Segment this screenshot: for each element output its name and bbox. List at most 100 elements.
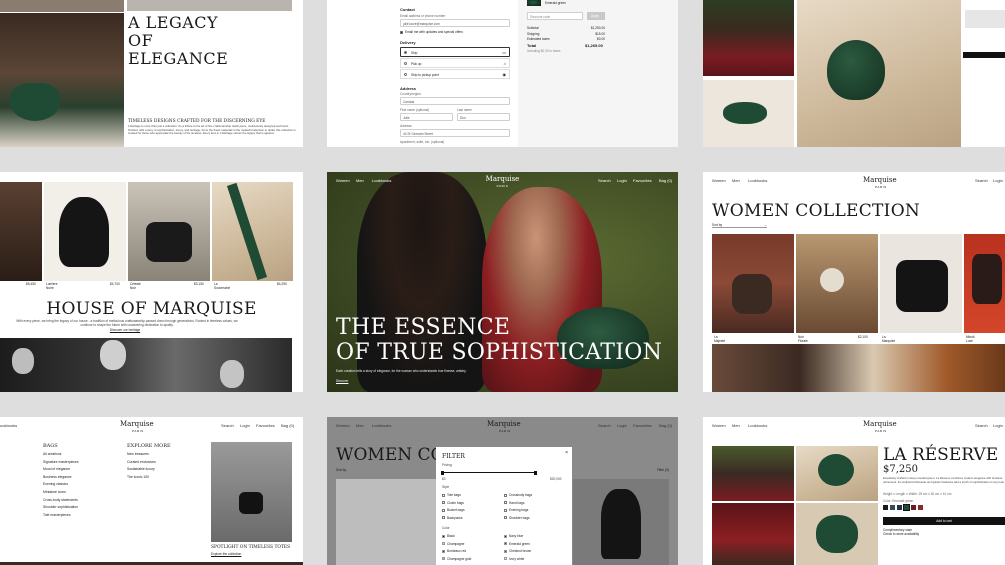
sort-dropdown[interactable]: Sort by ⌄ (712, 223, 767, 229)
style-option[interactable]: Backpacks (442, 516, 462, 520)
filter-nav-lookbooks[interactable]: Lookbooks (372, 423, 391, 428)
product-name[interactable]: La Souveraine (214, 282, 230, 290)
menu-nav-bag[interactable]: Bag (0) (281, 423, 294, 428)
color-swatch[interactable] (897, 505, 902, 510)
slider-handle-max[interactable] (534, 470, 537, 475)
product-name[interactable]: La Marquise (882, 335, 895, 343)
menu-item-bags[interactable]: Cross-body statements (43, 498, 78, 502)
style-option[interactable]: Clutch bags (442, 501, 464, 505)
nav-men[interactable]: Men (732, 178, 740, 183)
pd-nav-lookbooks[interactable]: Lookbooks (748, 423, 767, 428)
menu-item-bags[interactable]: Shoulder sophistication (43, 505, 78, 509)
menu-nav-login[interactable]: Login (240, 423, 250, 428)
filter-nav-women[interactable]: Women (336, 423, 350, 428)
menu-nav-favorites[interactable]: Favourites (256, 423, 275, 428)
hero-nav-favorites[interactable]: Favourites (633, 178, 652, 183)
pd-logo[interactable]: Marquise (863, 420, 897, 428)
color-option[interactable]: Bordeaux red (442, 549, 466, 553)
product-name[interactable]: Lumière Noire (46, 282, 58, 290)
menu-nav-search[interactable]: Search (221, 423, 234, 428)
filter-nav-search[interactable]: Search (598, 423, 611, 428)
hero-nav-search[interactable]: Search (598, 178, 611, 183)
summary-row-label: Shipping (527, 31, 540, 36)
delivery-option-pickup[interactable]: Pick up ⌂ (400, 58, 510, 68)
discount-input[interactable]: Discount code (527, 12, 583, 20)
heritage-link[interactable]: Discover our heritage (0, 328, 250, 332)
menu-item-explore[interactable]: Curated exclusives (127, 460, 156, 464)
spotlight-link[interactable]: Explore the collection (211, 552, 241, 556)
color-swatch[interactable] (883, 505, 888, 510)
checkbox-icon (504, 501, 507, 505)
menu-item-bags[interactable]: Tote masterpieces (43, 513, 71, 517)
color-option[interactable]: Navy blue (504, 534, 523, 538)
pd-nav-men[interactable]: Men (732, 423, 740, 428)
style-option[interactable]: Hand bags (504, 501, 524, 505)
menu-item-bags[interactable]: Evening classics (43, 482, 68, 486)
close-icon[interactable]: × (565, 450, 568, 456)
newsletter-checkbox[interactable]: Email me with updates and special offers (400, 30, 463, 34)
filter-bg-sort[interactable]: Sort by (336, 468, 346, 472)
address-field[interactable]: 44 St Germain Street (400, 129, 510, 137)
pd-nav-women[interactable]: Women (712, 423, 726, 428)
nav-login[interactable]: Login (993, 178, 1003, 183)
color-option[interactable]: Champagne gold (442, 557, 471, 561)
nav-search[interactable]: Search (975, 178, 988, 183)
filter-logo[interactable]: Marquise (487, 420, 521, 428)
color-option[interactable]: Champagne (442, 542, 464, 546)
menu-nav-lookbooks[interactable]: ookbooks (0, 423, 17, 428)
delivery-option-ship[interactable]: Ship ▭ (400, 47, 510, 57)
style-option[interactable]: Shoulder bags (504, 516, 530, 520)
add-to-cart-button[interactable]: Add to cart (883, 517, 1005, 525)
menu-item-bags[interactable]: Miniature icons (43, 490, 66, 494)
filter-nav-favorites[interactable]: Favourites (633, 423, 652, 428)
filter-open-link[interactable]: Filter (0) (657, 468, 669, 472)
menu-item-bags[interactable]: Business elegance (43, 475, 71, 479)
menu-item-explore[interactable]: Sustainable luxury (127, 467, 155, 471)
apply-button[interactable]: Apply (587, 12, 605, 20)
color-swatch[interactable] (890, 505, 895, 510)
filter-nav-login[interactable]: Login (617, 423, 627, 428)
menu-item-explore[interactable]: The iconic 100 (127, 475, 149, 479)
add-to-cart-strip[interactable] (963, 52, 1005, 58)
color-swatch[interactable] (918, 505, 923, 510)
product-name[interactable]: Minuit Luxe (966, 335, 975, 343)
filter-nav-men[interactable]: Men (356, 423, 364, 428)
style-option[interactable]: Evening bags (504, 508, 528, 512)
color-option[interactable]: Ivory white (504, 557, 524, 561)
price-slider[interactable] (441, 470, 537, 475)
menu-item-bags[interactable]: Signature masterpieces (43, 460, 79, 464)
color-option[interactable]: Black (442, 534, 455, 538)
first-name-field[interactable]: Julie (400, 113, 453, 121)
color-option[interactable]: Emerald green (504, 542, 530, 546)
email-field[interactable]: jolie.laure@marquise.com (400, 19, 510, 27)
style-option[interactable]: Crossbody bags (504, 493, 532, 497)
nav-women[interactable]: Women (712, 178, 726, 183)
apartment-field[interactable]: Apartment, suite, etc. (optional) (400, 140, 444, 144)
color-option[interactable]: Chestnut brown (504, 549, 531, 553)
menu-item-bags[interactable]: Mood of elegance (43, 467, 70, 471)
style-option[interactable]: Bucket bags (442, 508, 465, 512)
color-swatch[interactable] (911, 505, 916, 510)
slider-handle-min[interactable] (441, 470, 444, 475)
menu-item-bags[interactable]: All creations (43, 452, 61, 456)
product-note-store[interactable]: Check in-store availability (883, 532, 919, 536)
hero-cta[interactable]: Discover (336, 379, 348, 383)
hero-nav-bag[interactable]: Bag (0) (659, 178, 672, 183)
pd-nav-search[interactable]: Search (975, 423, 988, 428)
product-name[interactable]: Céleste Noir (130, 282, 141, 290)
menu-item-explore[interactable]: New treasures (127, 452, 149, 456)
delivery-option-point[interactable]: Ship to pickup point ◉ (400, 69, 510, 79)
last-name-field[interactable]: Dior (457, 113, 510, 121)
filter-nav-bag[interactable]: Bag (0) (659, 423, 672, 428)
country-select[interactable]: Canada (400, 97, 510, 105)
product-name[interactable]: Noir Florale (798, 335, 808, 343)
collection-logo[interactable]: Marquise (863, 176, 897, 184)
pd-nav-login[interactable]: Login (993, 423, 1003, 428)
nav-lookbooks[interactable]: Lookbooks (748, 178, 767, 183)
style-option[interactable]: Tote bags (442, 493, 461, 497)
menu-logo[interactable]: Marquise (120, 420, 154, 428)
product-name[interactable]: La Majesté (714, 335, 725, 343)
hero-nav-login[interactable]: Login (617, 178, 627, 183)
summary-row-value: $15.00 (595, 31, 605, 36)
color-swatch[interactable] (902, 503, 911, 512)
